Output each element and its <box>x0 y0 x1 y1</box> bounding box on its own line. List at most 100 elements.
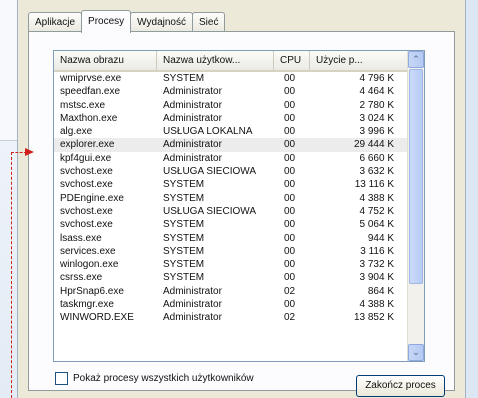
table-row[interactable]: mstsc.exe Administrator 00 2 780 K <box>54 99 410 112</box>
table-row[interactable]: svchost.exe USŁUGA SIECIOWA 00 3 632 K <box>54 165 410 178</box>
table-row[interactable]: PDEngine.exe SYSTEM 00 4 388 K <box>54 192 410 205</box>
cpu-cell: 00 <box>284 166 296 178</box>
process-name-cell: speedfan.exe <box>60 86 121 98</box>
table-row[interactable]: speedfan.exe Administrator 00 4 464 K <box>54 85 410 98</box>
process-name-cell: Maxthon.exe <box>60 112 118 124</box>
memory-cell: 3 024 K <box>359 112 394 124</box>
table-row[interactable]: kpf4gui.exe Administrator 00 6 660 K <box>54 152 410 165</box>
cpu-cell: 00 <box>284 152 296 164</box>
cpu-cell: 00 <box>284 205 296 217</box>
process-name-cell: svchost.exe <box>60 166 113 178</box>
task-manager-dialog: Aplikacje Procesy Wydajność Sieć Nazwa o… <box>17 0 466 398</box>
cpu-cell: 00 <box>284 192 296 204</box>
scroll-up-button[interactable]: ⌃ <box>408 51 424 68</box>
memory-cell: 3 116 K <box>360 245 394 257</box>
user-name-cell: USŁUGA SIECIOWA <box>163 166 256 178</box>
tab-performance[interactable]: Wydajność <box>130 12 193 32</box>
memory-cell: 13 852 K <box>353 312 394 324</box>
table-row[interactable]: csrss.exe SYSTEM 00 3 904 K <box>54 271 410 284</box>
process-name-cell: mstsc.exe <box>60 99 106 111</box>
show-all-processes-option[interactable]: Pokaż procesy wszystkich użytkowników <box>55 372 254 385</box>
table-row[interactable]: HprSnap6.exe Administrator 02 864 K <box>54 285 410 298</box>
cpu-cell: 02 <box>284 285 296 297</box>
process-name-cell: lsass.exe <box>60 232 102 244</box>
user-name-cell: Administrator <box>163 152 222 164</box>
memory-cell: 3 632 K <box>359 166 394 178</box>
cpu-cell: 00 <box>284 126 296 138</box>
process-name-cell: svchost.exe <box>60 219 113 231</box>
table-row[interactable]: WINWORD.EXE Administrator 02 13 852 K <box>54 311 410 324</box>
cpu-cell: 00 <box>284 232 296 244</box>
scroll-down-button[interactable]: ⌄ <box>408 344 424 361</box>
cpu-cell: 00 <box>284 139 296 151</box>
cpu-cell: 00 <box>284 99 296 111</box>
user-name-cell: Administrator <box>163 99 222 111</box>
user-name-cell: SYSTEM <box>163 245 205 257</box>
user-name-cell: SYSTEM <box>163 259 205 271</box>
table-row[interactable]: wmiprvse.exe SYSTEM 00 4 796 K <box>54 72 410 85</box>
process-name-cell: kpf4gui.exe <box>60 152 112 164</box>
table-row[interactable]: explorer.exe Administrator 00 29 444 K <box>54 138 410 152</box>
table-row[interactable]: services.exe SYSTEM 00 3 116 K <box>54 245 410 258</box>
user-name-cell: USŁUGA SIECIOWA <box>163 205 256 217</box>
user-name-cell: SYSTEM <box>163 179 205 191</box>
background-panel <box>0 0 17 141</box>
memory-cell: 4 752 K <box>359 205 394 217</box>
user-name-cell: Administrator <box>163 112 222 124</box>
process-name-cell: WINWORD.EXE <box>60 312 134 324</box>
process-name-cell: alg.exe <box>60 126 93 138</box>
user-name-cell: Administrator <box>163 312 222 324</box>
memory-cell: 4 388 K <box>359 192 394 204</box>
process-list: Nazwa obrazu Nazwa użytkow... CPU Użycie… <box>53 50 425 362</box>
memory-cell: 864 K <box>367 285 394 297</box>
table-row[interactable]: svchost.exe USŁUGA SIECIOWA 00 4 752 K <box>54 205 410 218</box>
column-memory[interactable]: Użycie p... <box>310 51 408 70</box>
table-row[interactable]: lsass.exe SYSTEM 00 944 K <box>54 232 410 245</box>
table-row[interactable]: svchost.exe SYSTEM 00 5 064 K <box>54 218 410 231</box>
user-name-cell: SYSTEM <box>163 192 205 204</box>
cpu-cell: 02 <box>284 312 296 324</box>
process-name-cell: HprSnap6.exe <box>60 285 124 297</box>
tab-applications[interactable]: Aplikacje <box>28 12 83 32</box>
vertical-scrollbar[interactable]: ⌃ ⌄ <box>407 51 424 361</box>
tab-network[interactable]: Sieć <box>191 12 226 32</box>
table-row[interactable]: svchost.exe SYSTEM 00 13 116 K <box>54 178 410 191</box>
process-name-cell: winlogon.exe <box>60 259 119 271</box>
memory-cell: 3 996 K <box>359 126 394 138</box>
memory-cell: 5 064 K <box>359 219 394 231</box>
show-all-processes-checkbox[interactable] <box>55 372 68 385</box>
process-name-cell: svchost.exe <box>60 205 113 217</box>
user-name-cell: USŁUGA LOKALNA <box>163 126 253 138</box>
end-process-button[interactable]: Zakończ proces <box>356 375 445 397</box>
process-name-cell: csrss.exe <box>60 272 103 284</box>
column-image-name[interactable]: Nazwa obrazu <box>54 51 157 70</box>
cpu-cell: 00 <box>284 272 296 284</box>
user-name-cell: Administrator <box>163 86 222 98</box>
cpu-cell: 00 <box>284 112 296 124</box>
table-row[interactable]: taskmgr.exe Administrator 00 4 388 K <box>54 298 410 311</box>
cpu-cell: 00 <box>284 86 296 98</box>
column-cpu[interactable]: CPU <box>274 51 310 70</box>
cpu-cell: 00 <box>284 299 296 311</box>
user-name-cell: Administrator <box>163 139 222 151</box>
annotation-arrow-line <box>11 152 12 398</box>
column-user-name[interactable]: Nazwa użytkow... <box>157 51 274 70</box>
list-rows: wmiprvse.exe SYSTEM 00 4 796 K speedfan.exe A… <box>54 72 410 325</box>
process-name-cell: taskmgr.exe <box>60 299 114 311</box>
table-row[interactable]: Maxthon.exe Administrator 00 3 024 K <box>54 112 410 125</box>
memory-cell: 4 796 K <box>359 73 394 84</box>
cpu-cell: 00 <box>284 73 296 84</box>
tab-bar: Aplikacje Procesy Wydajność Sieć <box>28 10 226 33</box>
memory-cell: 944 K <box>367 232 394 244</box>
memory-cell: 6 660 K <box>359 152 394 164</box>
annotation-arrow-head <box>25 148 34 156</box>
table-row[interactable]: winlogon.exe SYSTEM 00 3 732 K <box>54 258 410 271</box>
tab-processes[interactable]: Procesy <box>81 10 132 33</box>
scroll-thumb[interactable] <box>409 69 423 284</box>
process-name-cell: explorer.exe <box>60 139 115 151</box>
memory-cell: 4 388 K <box>359 299 394 311</box>
cpu-cell: 00 <box>284 245 296 257</box>
user-name-cell: Administrator <box>163 299 222 311</box>
table-row[interactable]: alg.exe USŁUGA LOKALNA 00 3 996 K <box>54 125 410 138</box>
user-name-cell: Administrator <box>163 285 222 297</box>
